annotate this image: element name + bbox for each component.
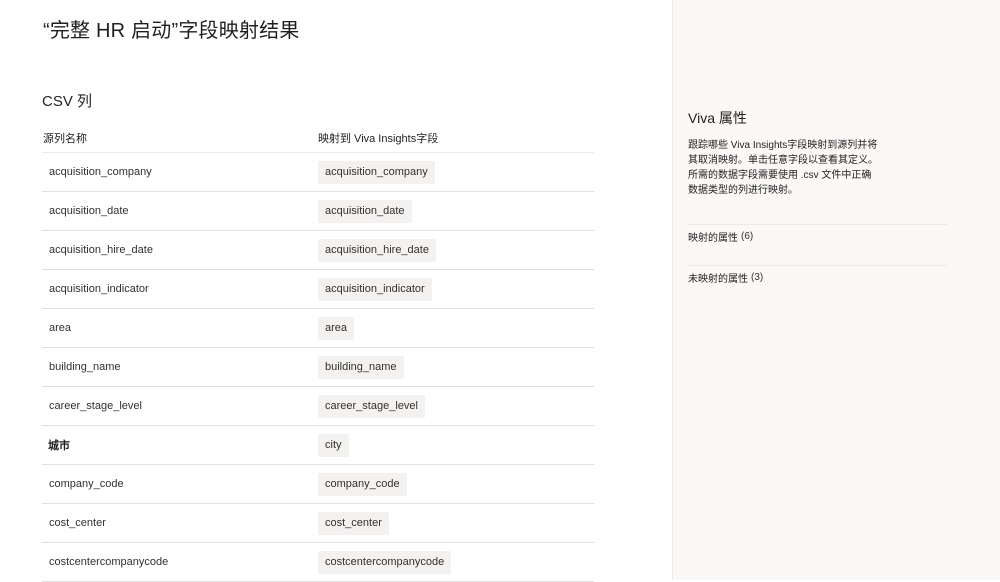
source-column-name: costcentercompanycode bbox=[49, 556, 169, 568]
mapped-field-chip[interactable]: area bbox=[318, 316, 355, 340]
table-row: company_code company_code bbox=[42, 465, 594, 504]
mapped-field-chip[interactable]: acquisition_date bbox=[318, 199, 412, 223]
source-column-name: acquisition_hire_date bbox=[49, 244, 153, 256]
mapped-attributes-count: (6) bbox=[741, 231, 754, 242]
unmapped-attributes-count: (3) bbox=[751, 272, 764, 283]
mapped-field-chip[interactable]: company_code bbox=[318, 472, 407, 496]
mapping-table: 源列名称 映射到 Viva Insights字段 acquisition_com… bbox=[42, 124, 594, 582]
page-title: “完整 HR 启动”字段映射结果 bbox=[43, 20, 300, 42]
table-row: costcentercompanycode costcentercompanyc… bbox=[42, 543, 594, 582]
viva-attributes-title: Viva 属性 bbox=[688, 110, 747, 126]
source-column-name: 城市 bbox=[48, 440, 70, 452]
source-column-name: area bbox=[49, 322, 72, 334]
source-column-name: acquisition_date bbox=[49, 205, 129, 217]
column-header-target: 映射到 Viva Insights字段 bbox=[318, 133, 439, 145]
unmapped-attributes-label: 未映射的属性 bbox=[688, 274, 748, 285]
table-row: acquisition_company acquisition_company bbox=[42, 153, 594, 192]
mapped-field-chip[interactable]: acquisition_company bbox=[318, 160, 435, 184]
mapped-field-chip[interactable]: acquisition_hire_date bbox=[318, 238, 436, 262]
main-content: “完整 HR 启动”字段映射结果 CSV 列 源列名称 映射到 Viva Ins… bbox=[0, 0, 672, 582]
mapped-field-chip[interactable]: cost_center bbox=[318, 511, 389, 535]
mapped-field-chip[interactable]: city bbox=[318, 433, 349, 457]
mapped-field-chip[interactable]: career_stage_level bbox=[318, 394, 425, 418]
viva-attributes-panel: Viva 属性 跟踪哪些 Viva Insights字段映射到源列并将其取消映射… bbox=[672, 0, 1000, 580]
table-row: acquisition_date acquisition_date bbox=[42, 192, 594, 231]
mapped-field-chip[interactable]: costcentercompanycode bbox=[318, 550, 452, 574]
viva-attributes-description: 跟踪哪些 Viva Insights字段映射到源列并将其取消映射。单击任意字段以… bbox=[688, 140, 878, 196]
source-column-name: career_stage_level bbox=[49, 400, 142, 412]
source-column-name: company_code bbox=[49, 478, 124, 490]
source-column-name: building_name bbox=[49, 361, 121, 373]
table-row: building_name building_name bbox=[42, 348, 594, 387]
unmapped-attributes-section[interactable]: 未映射的属性 (3) bbox=[688, 270, 763, 285]
table-header: 源列名称 映射到 Viva Insights字段 bbox=[42, 124, 594, 153]
table-row: area area bbox=[42, 309, 594, 348]
csv-columns-title: CSV 列 bbox=[42, 93, 93, 110]
table-row: acquisition_indicator acquisition_indica… bbox=[42, 270, 594, 309]
table-row: acquisition_hire_date acquisition_hire_d… bbox=[42, 231, 594, 270]
mapped-field-chip[interactable]: acquisition_indicator bbox=[318, 277, 432, 301]
divider bbox=[688, 224, 948, 225]
source-column-name: acquisition_indicator bbox=[49, 283, 149, 295]
mapped-field-chip[interactable]: building_name bbox=[318, 355, 404, 379]
mapped-attributes-label: 映射的属性 bbox=[688, 233, 738, 244]
mapped-attributes-section[interactable]: 映射的属性 (6) bbox=[688, 229, 753, 244]
table-row: cost_center cost_center bbox=[42, 504, 594, 543]
source-column-name: cost_center bbox=[49, 517, 106, 529]
source-column-name: acquisition_company bbox=[49, 166, 152, 178]
column-header-source: 源列名称 bbox=[43, 133, 87, 145]
divider bbox=[688, 265, 948, 266]
table-row: career_stage_level career_stage_level bbox=[42, 387, 594, 426]
table-row: 城市 city bbox=[42, 426, 594, 465]
